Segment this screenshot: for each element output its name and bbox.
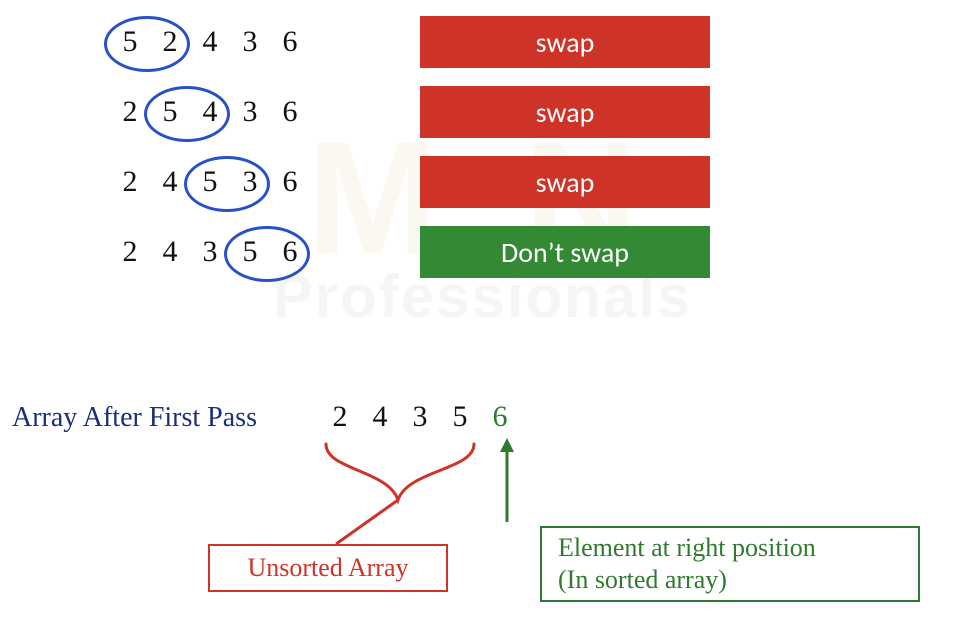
- array-step-1: 5 2 4 3 6: [110, 14, 410, 70]
- array-cell: 2: [110, 165, 150, 199]
- array-after-first-pass-label: Array After First Pass: [12, 402, 257, 434]
- array-cell: 6: [270, 25, 310, 59]
- result-cell: 3: [400, 400, 440, 434]
- arrow-up-icon: [497, 438, 557, 528]
- result-cell: 2: [320, 400, 360, 434]
- array-step-4: 2 4 3 5 6: [110, 224, 410, 280]
- array-step-3: 2 4 5 3 6: [110, 154, 410, 210]
- swap-label-box: swap: [420, 156, 710, 208]
- compare-circle-icon: [144, 86, 230, 142]
- sorted-element-label-box: Element at right position (In sorted arr…: [540, 526, 920, 602]
- array-step-2: 2 5 4 3 6: [110, 84, 410, 140]
- array-cell: 6: [270, 165, 310, 199]
- step-row-1: 5 2 4 3 6 swap: [0, 14, 965, 70]
- diagram-content: 5 2 4 3 6 swap 2 5 4 3 6 swap 2 4 5 3 6: [0, 14, 965, 280]
- compare-circle-icon: [104, 16, 190, 72]
- curly-brace-icon: [316, 440, 496, 550]
- swap-label-box: swap: [420, 86, 710, 138]
- array-cell: 4: [190, 25, 230, 59]
- result-array: 2 4 3 5 6: [320, 400, 520, 434]
- sorted-label-line-1: Element at right position: [558, 532, 816, 565]
- compare-circle-icon: [184, 156, 270, 212]
- array-cell: 3: [230, 25, 270, 59]
- unsorted-array-label-box: Unsorted Array: [208, 544, 448, 592]
- result-cell: 5: [440, 400, 480, 434]
- swap-label-box: swap: [420, 16, 710, 68]
- result-cell: 4: [360, 400, 400, 434]
- step-row-3: 2 4 5 3 6 swap: [0, 154, 965, 210]
- unsorted-array-label: Unsorted Array: [247, 553, 408, 583]
- sorted-label-line-2: (In sorted array): [558, 564, 727, 597]
- array-cell: 2: [110, 235, 150, 269]
- compare-circle-icon: [224, 226, 310, 282]
- result-cell-sorted: 6: [480, 400, 520, 434]
- array-cell: 4: [150, 235, 190, 269]
- dont-swap-label-box: Don’t swap: [420, 226, 710, 278]
- step-row-2: 2 5 4 3 6 swap: [0, 84, 965, 140]
- array-cell: 6: [270, 95, 310, 129]
- array-cell: 3: [230, 95, 270, 129]
- step-row-4: 2 4 3 5 6 Don’t swap: [0, 224, 965, 280]
